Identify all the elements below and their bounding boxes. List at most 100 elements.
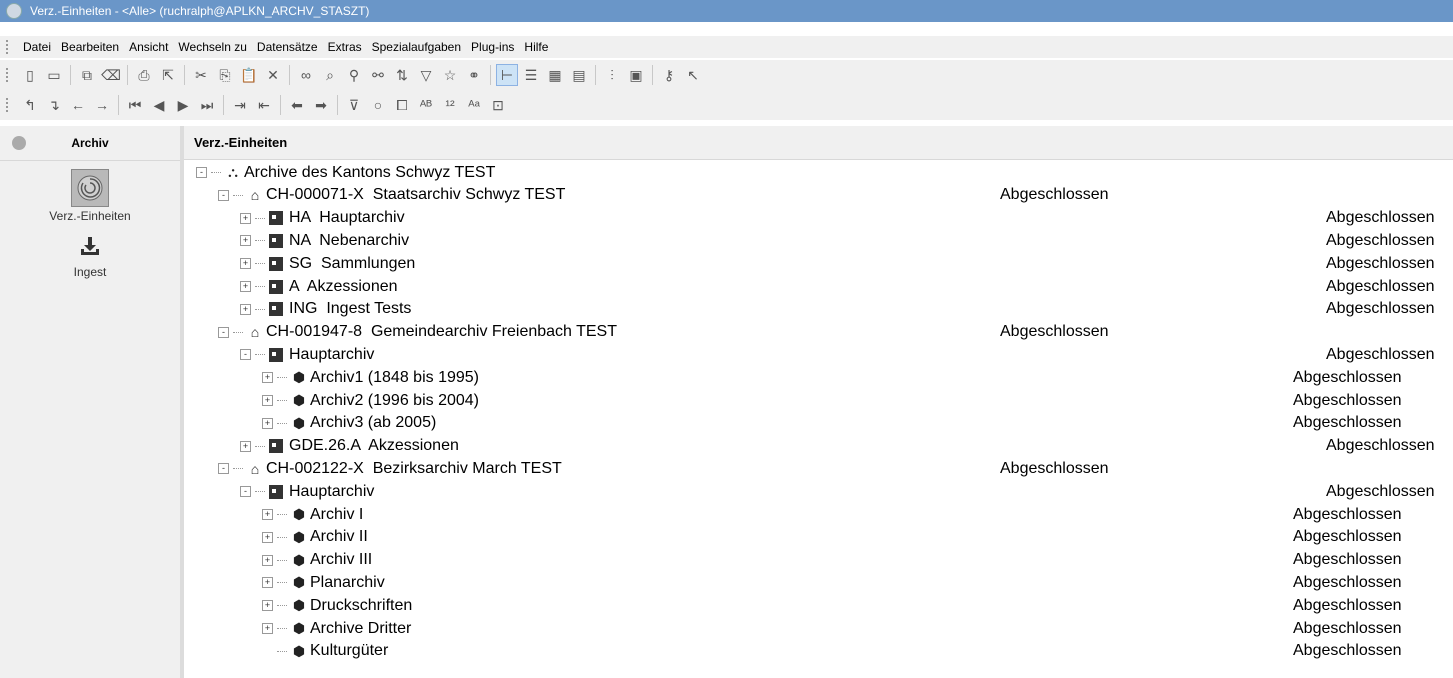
circle-icon[interactable]: ○	[367, 94, 389, 116]
tree-connector	[277, 628, 287, 629]
menu-item[interactable]: Ansicht	[124, 40, 173, 54]
tree-row[interactable]: - ⌂ CH-000071-X Staatsarchiv Schwyz TEST Ab…	[184, 184, 1453, 207]
expand-toggle[interactable]: +	[240, 281, 251, 292]
filter-icon[interactable]: ⚲	[343, 64, 365, 86]
abc-icon[interactable]: ᴬᴮ	[415, 94, 437, 116]
arrow-right-icon[interactable]: ➡	[310, 94, 332, 116]
menu-item[interactable]: Spezialaufgaben	[367, 40, 466, 54]
form-view-icon[interactable]: ▤	[568, 64, 590, 86]
key-icon[interactable]: ⚷	[658, 64, 680, 86]
save-icon[interactable]: ▭	[43, 64, 65, 86]
expand-toggle[interactable]: +	[262, 395, 273, 406]
menu-item[interactable]: Datei	[18, 40, 56, 54]
expand-toggle[interactable]: +	[262, 623, 273, 634]
tree-row[interactable]: + HA Hauptarchiv Abgeschlossen	[184, 207, 1453, 230]
sort-icon[interactable]: ⇅	[391, 64, 413, 86]
tree-row[interactable]: + ⬢ Archiv I Abgeschlossen	[184, 503, 1453, 526]
star-icon[interactable]: ☆	[439, 64, 461, 86]
menu-item[interactable]: Wechseln zu	[173, 40, 251, 54]
tree-row[interactable]: + ⬢ Archive Dritter Abgeschlossen	[184, 617, 1453, 640]
delete-icon[interactable]: ✕	[262, 64, 284, 86]
expand-toggle[interactable]: +	[262, 509, 273, 520]
list-view-icon[interactable]: ☰	[520, 64, 542, 86]
copy-icon[interactable]: ⎘	[214, 64, 236, 86]
tree-row[interactable]: + ⬢ Druckschriften Abgeschlossen	[184, 594, 1453, 617]
link-icon[interactable]: ⚭	[463, 64, 485, 86]
level-up-icon[interactable]: ↰	[19, 94, 41, 116]
chart-icon[interactable]: ⫶	[601, 64, 623, 86]
tree-row[interactable]: + ⬢ Archiv3 (ab 2005) Abgeschlossen	[184, 412, 1453, 435]
menu-item[interactable]: Datensätze	[252, 40, 323, 54]
tree-row[interactable]: - Hauptarchiv Abgeschlossen	[184, 480, 1453, 503]
expand-toggle[interactable]: +	[240, 235, 251, 247]
collapse-toggle[interactable]: -	[218, 326, 229, 338]
expand-toggle[interactable]: +	[240, 258, 251, 270]
number-sort-icon[interactable]: ¹²	[439, 94, 461, 116]
grid-view-icon[interactable]: ▦	[544, 64, 566, 86]
help-pointer-icon[interactable]: ↖	[682, 64, 704, 86]
find-replace-icon[interactable]: ⌕	[319, 64, 341, 86]
menu-item[interactable]: Hilfe	[519, 40, 553, 54]
binoculars-icon[interactable]: ⚯	[367, 64, 389, 86]
indent-icon[interactable]: ⇥	[229, 94, 251, 116]
expand-toggle[interactable]: +	[262, 554, 273, 566]
expand-toggle[interactable]: +	[262, 577, 273, 589]
first-icon[interactable]: ⏮	[124, 94, 146, 116]
tree-row[interactable]: + GDE.26.A Akzessionen Abgeschlossen	[184, 435, 1453, 458]
collapse-toggle[interactable]: -	[218, 463, 229, 475]
tree-row[interactable]: + ⬢ Archiv2 (1996 bis 2004) Abgeschlossen	[184, 389, 1453, 412]
expand-toggle[interactable]: +	[262, 372, 273, 384]
collapse-toggle[interactable]: -	[240, 486, 251, 498]
prev-icon[interactable]: ◀	[148, 94, 170, 116]
expand-toggle[interactable]: +	[240, 303, 251, 315]
tree-row[interactable]: - Hauptarchiv Abgeschlossen	[184, 343, 1453, 366]
case-icon[interactable]: ᴬᵃ	[463, 94, 485, 116]
expand-toggle[interactable]: +	[262, 417, 273, 429]
search-icon[interactable]: ∞	[295, 64, 317, 86]
nav-item-verz-einheiten[interactable]: Verz.-Einheiten	[0, 169, 180, 223]
export-icon[interactable]: ⇱	[157, 64, 179, 86]
back-icon[interactable]: ←	[67, 94, 89, 116]
funnel-icon[interactable]: ▽	[415, 64, 437, 86]
tree-row[interactable]: - ⌂ CH-001947-8 Gemeindearchiv Freienbach …	[184, 321, 1453, 344]
tree-view-icon[interactable]: ⊢	[496, 64, 518, 86]
copy-record-icon[interactable]: ⧉	[76, 64, 98, 86]
arrow-left-icon[interactable]: ⬅	[286, 94, 308, 116]
tree-row[interactable]: - ⌂ CH-002122-X Bezirksarchiv March TEST Ab…	[184, 457, 1453, 480]
level-down-icon[interactable]: ↴	[43, 94, 65, 116]
tree-row[interactable]: + ⬢ Archiv III Abgeschlossen	[184, 549, 1453, 572]
cut-icon[interactable]: ✂	[190, 64, 212, 86]
expand-toggle[interactable]: +	[240, 212, 251, 224]
menu-item[interactable]: Extras	[323, 40, 367, 54]
window-icon[interactable]: ⧠	[391, 94, 413, 116]
report-icon[interactable]: ▣	[625, 64, 647, 86]
collapse-toggle[interactable]: -	[196, 167, 207, 178]
last-icon[interactable]: ⏭	[196, 94, 218, 116]
tree-row[interactable]: + NA Nebenarchiv Abgeschlossen	[184, 229, 1453, 252]
nav-item-ingest[interactable]: Ingest	[0, 229, 180, 279]
forward-icon[interactable]: →	[91, 94, 113, 116]
tree-row[interactable]: + ⬢ Planarchiv Abgeschlossen	[184, 571, 1453, 594]
collapse-toggle[interactable]: -	[240, 349, 251, 361]
menu-item[interactable]: Bearbeiten	[56, 40, 124, 54]
tree-row[interactable]: ⬢ Kulturgüter Abgeschlossen	[184, 640, 1453, 663]
field-icon[interactable]: ⊡	[487, 94, 509, 116]
delete-record-icon[interactable]: ⌫	[100, 64, 122, 86]
expand-toggle[interactable]: +	[240, 440, 251, 452]
filter-clear-icon[interactable]: ⊽	[343, 94, 365, 116]
menu-item[interactable]: Plug-ins	[466, 40, 519, 54]
paste-icon[interactable]: 📋	[238, 64, 260, 86]
tree-row[interactable]: + ⬢ Archiv II Abgeschlossen	[184, 526, 1453, 549]
next-icon[interactable]: ▶	[172, 94, 194, 116]
tree-row[interactable]: + SG Sammlungen Abgeschlossen	[184, 252, 1453, 275]
outdent-icon[interactable]: ⇤	[253, 94, 275, 116]
tree-row[interactable]: + ING Ingest Tests Abgeschlossen	[184, 298, 1453, 321]
expand-toggle[interactable]: +	[262, 531, 273, 543]
expand-toggle[interactable]: +	[262, 600, 273, 612]
new-icon[interactable]: ▯	[19, 64, 41, 86]
tree-row[interactable]: + ⬢ Archiv1 (1848 bis 1995) Abgeschlossen	[184, 366, 1453, 389]
collapse-toggle[interactable]: -	[218, 189, 229, 201]
print-icon[interactable]: ⎙	[133, 64, 155, 86]
tree-row[interactable]: - ⛬ Archive des Kantons Schwyz TEST	[184, 161, 1453, 184]
tree-row[interactable]: + A Akzessionen Abgeschlossen	[184, 275, 1453, 298]
